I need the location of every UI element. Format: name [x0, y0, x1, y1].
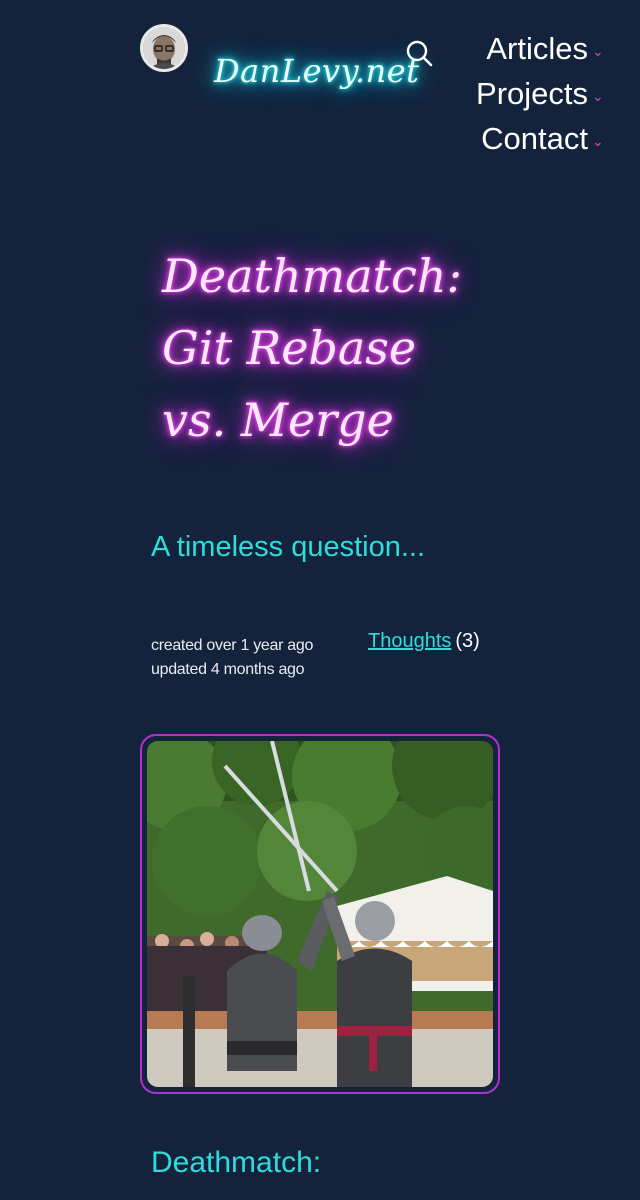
search-icon[interactable] — [404, 38, 434, 68]
post-category: Thoughts (3) — [368, 630, 480, 653]
nav-item-label: Projects — [476, 76, 588, 111]
site-logo-link[interactable]: DanLevy.net — [214, 52, 420, 90]
chevron-down-icon[interactable]: ⌄ — [592, 75, 604, 117]
page-title-line: Deathmatch: — [162, 249, 463, 303]
hero-image-photo — [147, 741, 493, 1087]
nav-item-articles[interactable]: Articles ⌄ — [476, 28, 604, 73]
category-count: (3) — [455, 630, 480, 652]
post-subtitle: A timeless question... — [151, 531, 426, 563]
nav-item-label: Contact — [481, 121, 588, 156]
avatar[interactable] — [140, 24, 188, 72]
chevron-down-icon[interactable]: ⌄ — [592, 30, 604, 72]
page-title-line: Git Rebase — [162, 321, 417, 375]
nav-item-contact[interactable]: Contact ⌄ — [476, 118, 604, 163]
nav-item-projects[interactable]: Projects ⌄ — [476, 73, 604, 118]
category-link[interactable]: Thoughts — [368, 630, 451, 652]
updated-date: updated 4 months ago — [151, 661, 305, 678]
main-nav: Articles ⌄ Projects ⌄ Contact ⌄ — [476, 28, 604, 163]
post-dates: created over 1 year ago updated 4 months… — [151, 634, 313, 682]
chevron-down-icon[interactable]: ⌄ — [592, 120, 604, 162]
created-date: created over 1 year ago — [151, 637, 314, 654]
section-heading: Deathmatch: — [151, 1146, 322, 1179]
hero-image — [140, 734, 500, 1094]
page-title: Deathmatch: Git Rebase vs. Merge — [162, 240, 492, 456]
page-title-line: vs. Merge — [162, 393, 394, 447]
nav-item-label: Articles — [486, 31, 588, 66]
